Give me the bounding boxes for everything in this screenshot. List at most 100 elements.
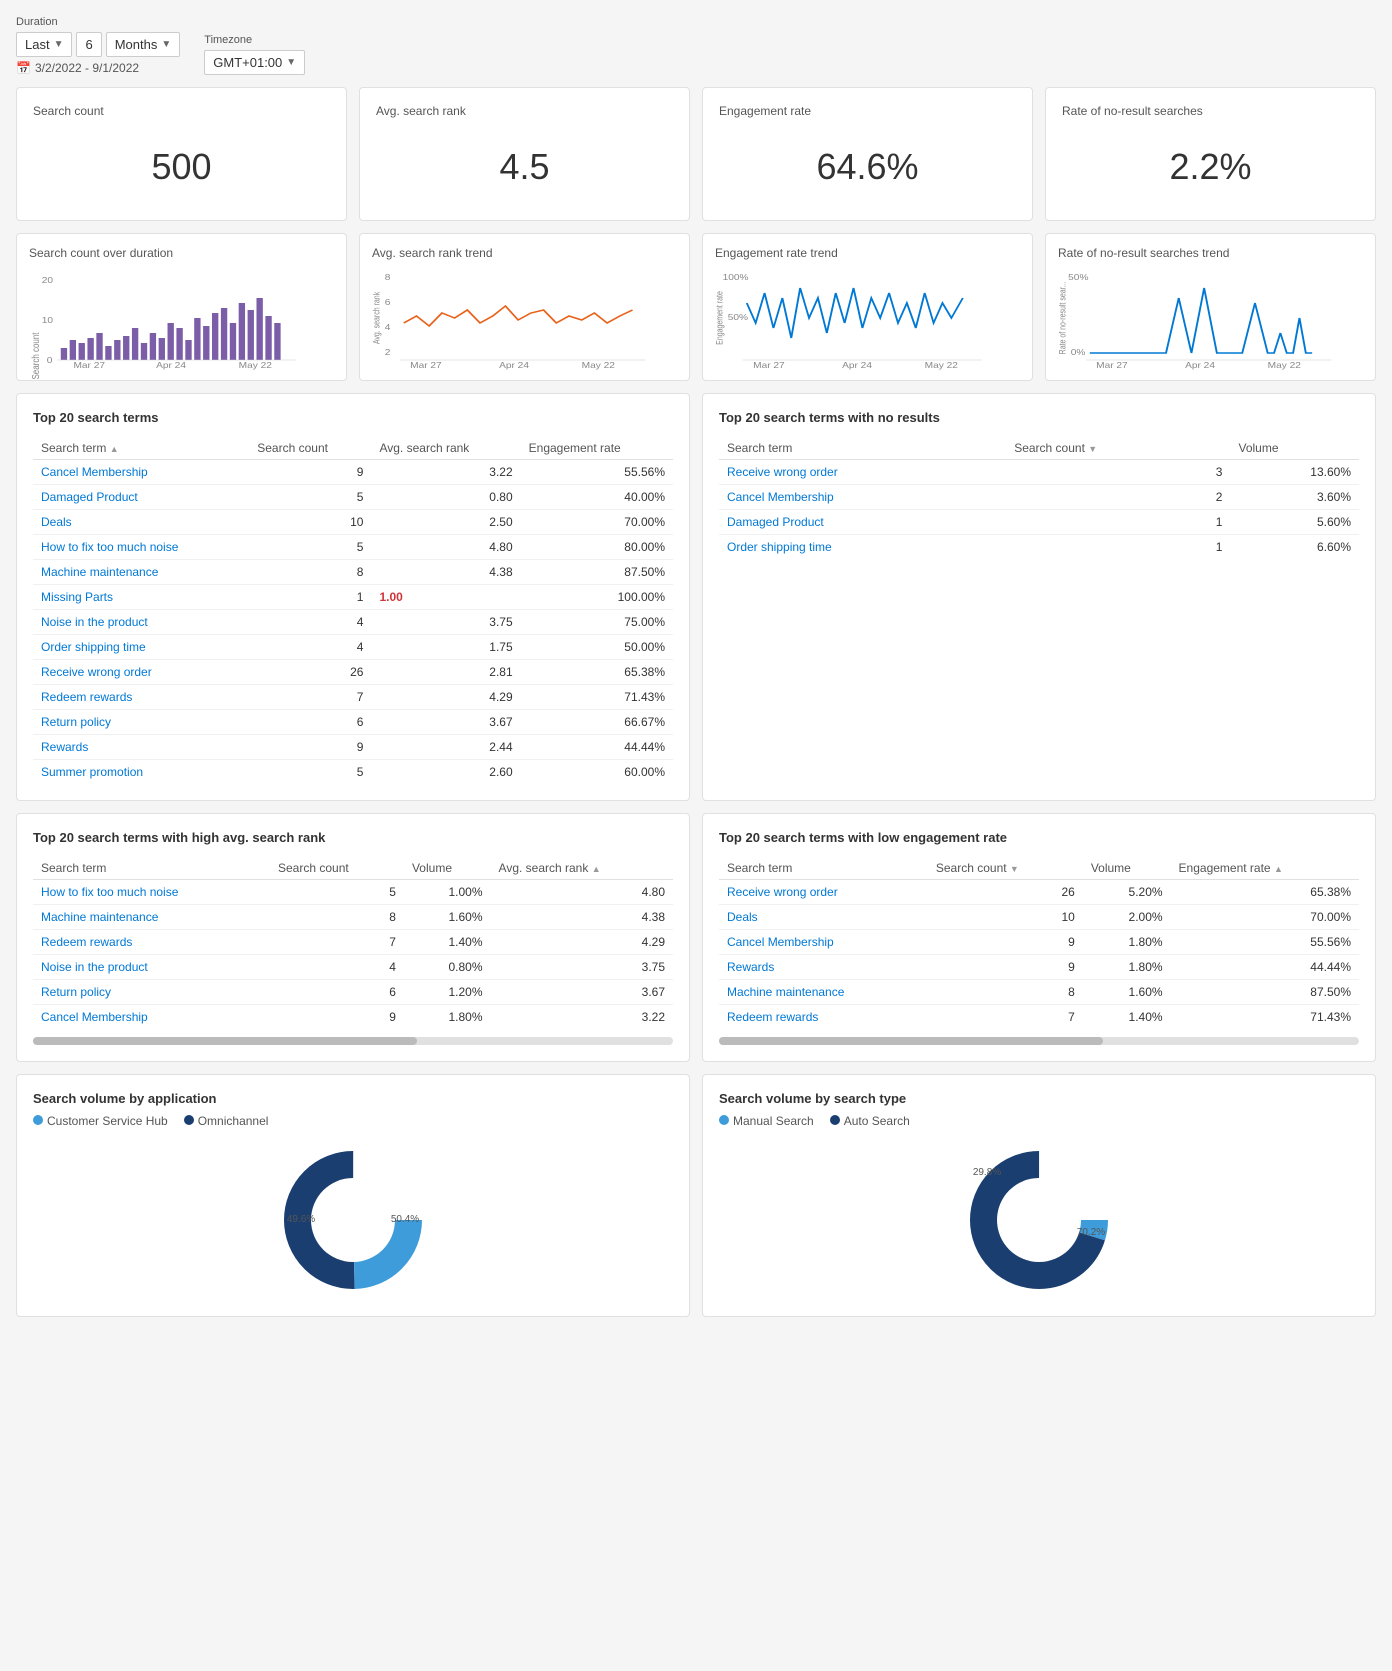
col-le-volume[interactable]: Volume — [1083, 857, 1171, 880]
svg-text:50%: 50% — [1068, 273, 1088, 282]
table-row: Return policy61.20%3.67 — [33, 980, 673, 1005]
col-hr-volume[interactable]: Volume — [404, 857, 491, 880]
high-rank-title: Top 20 search terms with high avg. searc… — [33, 830, 673, 845]
cell-value: 4.38 — [371, 560, 520, 585]
table-row: Deals102.00%70.00% — [719, 905, 1359, 930]
table-row: Summer promotion52.6060.00% — [33, 760, 673, 785]
cell-value: 3.67 — [491, 980, 673, 1005]
avg-rank-chart: 8 6 4 2 Avg. search rank Mar 27 Apr 24 M… — [372, 268, 677, 368]
engagement-chart: 100% 50% Engagement rate Mar 27 Apr 24 M… — [715, 268, 1020, 368]
cell-value: Rewards — [719, 955, 928, 980]
cell-value: 3.75 — [371, 610, 520, 635]
col-le-term[interactable]: Search term — [719, 857, 928, 880]
cell-value: Cancel Membership — [719, 485, 1006, 510]
col-nr-term[interactable]: Search term — [719, 437, 1006, 460]
legend-dot-omni — [184, 1115, 194, 1125]
cell-value: 66.67% — [521, 710, 673, 735]
svg-text:Mar 27: Mar 27 — [1096, 361, 1128, 370]
table-row: Return policy63.6766.67% — [33, 710, 673, 735]
cell-value: 9 — [928, 955, 1083, 980]
metric-cards-row: Search count 500 Avg. search rank 4.5 En… — [16, 87, 1376, 221]
col-avg-rank[interactable]: Avg. search rank — [371, 437, 520, 460]
cell-value: 7 — [928, 1005, 1083, 1030]
svg-text:4: 4 — [385, 323, 391, 332]
col-le-engagement[interactable]: Engagement rate ▲ — [1171, 857, 1359, 880]
svg-text:70.2%: 70.2% — [1077, 1227, 1105, 1238]
cell-value: 2.50 — [371, 510, 520, 535]
cell-value: 5.20% — [1083, 880, 1171, 905]
table-row: Damaged Product15.60% — [719, 510, 1359, 535]
cell-value: Receive wrong order — [719, 880, 928, 905]
cell-value: 1.20% — [404, 980, 491, 1005]
duration-label: Duration — [16, 16, 180, 28]
table-row: Receive wrong order313.60% — [719, 460, 1359, 485]
cell-value: Order shipping time — [719, 535, 1006, 560]
cell-value: 55.56% — [1171, 930, 1359, 955]
col-engagement[interactable]: Engagement rate — [521, 437, 673, 460]
cell-value: 2.00% — [1083, 905, 1171, 930]
donut-type-chart: 29.8% 70.2% — [719, 1140, 1359, 1300]
search-count-value: 500 — [33, 130, 330, 204]
cell-value: 0.80% — [404, 955, 491, 980]
table-row: Rewards91.80%44.44% — [719, 955, 1359, 980]
svg-text:May 22: May 22 — [925, 361, 958, 370]
number-select[interactable]: 6 — [76, 32, 101, 57]
svg-text:Mar 27: Mar 27 — [753, 361, 785, 370]
cell-value: 26 — [928, 880, 1083, 905]
table-row: Cancel Membership91.80%3.22 — [33, 1005, 673, 1030]
cell-value: 7 — [270, 930, 404, 955]
top-tables-row: Top 20 search terms Search term ▲ Search… — [16, 393, 1376, 801]
cell-value: 1.60% — [1083, 980, 1171, 1005]
cell-value: 70.00% — [1171, 905, 1359, 930]
cell-value: 2.44 — [371, 735, 520, 760]
col-le-count[interactable]: Search count ▼ — [928, 857, 1083, 880]
cell-value: 4.29 — [371, 685, 520, 710]
low-engagement-title: Top 20 search terms with low engagement … — [719, 830, 1359, 845]
cell-value: 44.44% — [1171, 955, 1359, 980]
col-nr-count[interactable]: Search count ▼ — [1006, 437, 1230, 460]
last-select[interactable]: Last ▼ — [16, 32, 72, 57]
bottom-tables-row: Top 20 search terms with high avg. searc… — [16, 813, 1376, 1062]
col-search-term[interactable]: Search term ▲ — [33, 437, 249, 460]
timezone-select[interactable]: GMT+01:00 ▼ — [204, 50, 305, 75]
cell-value: 40.00% — [521, 485, 673, 510]
dashboard-page: Duration Last ▼ 6 Months ▼ 📅 3/2/2022 - … — [0, 0, 1392, 1333]
cell-value: 5 — [249, 485, 371, 510]
svg-text:2: 2 — [385, 348, 391, 357]
cell-value: 10 — [249, 510, 371, 535]
cell-value: 3.67 — [371, 710, 520, 735]
svg-text:Apr 24: Apr 24 — [1185, 361, 1215, 370]
date-range: 📅 3/2/2022 - 9/1/2022 — [16, 61, 180, 75]
svg-text:Avg. search rank: Avg. search rank — [372, 291, 382, 344]
cell-value: 1.00 — [371, 585, 520, 610]
svg-text:May 22: May 22 — [239, 361, 272, 370]
cell-value: 50.00% — [521, 635, 673, 660]
table-row: Cancel Membership23.60% — [719, 485, 1359, 510]
col-hr-rank[interactable]: Avg. search rank ▲ — [491, 857, 673, 880]
table-row: How to fix too much noise54.8080.00% — [33, 535, 673, 560]
svg-text:10: 10 — [42, 316, 53, 325]
legend-dot-auto — [830, 1115, 840, 1125]
col-nr-volume[interactable]: Volume — [1230, 437, 1359, 460]
cell-value: 1.80% — [1083, 930, 1171, 955]
top20-search-card: Top 20 search terms Search term ▲ Search… — [16, 393, 690, 801]
col-hr-count[interactable]: Search count — [270, 857, 404, 880]
period-select[interactable]: Months ▼ — [106, 32, 181, 57]
low-engagement-table: Search term Search count ▼ Volume Engage… — [719, 857, 1359, 1029]
cell-value: Redeem rewards — [719, 1005, 928, 1030]
search-count-chart-title: Search count over duration — [29, 246, 334, 260]
cell-value: Machine maintenance — [33, 905, 270, 930]
col-hr-term[interactable]: Search term — [33, 857, 270, 880]
no-result-card: Rate of no-result searches 2.2% — [1045, 87, 1376, 221]
top20-search-table: Search term ▲ Search count Avg. search r… — [33, 437, 673, 784]
donut-type-legend: Manual Search Auto Search — [719, 1114, 1359, 1128]
cell-value: 8 — [928, 980, 1083, 1005]
cell-value: Cancel Membership — [719, 930, 928, 955]
cell-value: Receive wrong order — [719, 460, 1006, 485]
cell-value: 80.00% — [521, 535, 673, 560]
col-search-count[interactable]: Search count — [249, 437, 371, 460]
cell-value: 26 — [249, 660, 371, 685]
cell-value: 6 — [270, 980, 404, 1005]
cell-value: 5 — [249, 760, 371, 785]
cell-value: 5 — [270, 880, 404, 905]
